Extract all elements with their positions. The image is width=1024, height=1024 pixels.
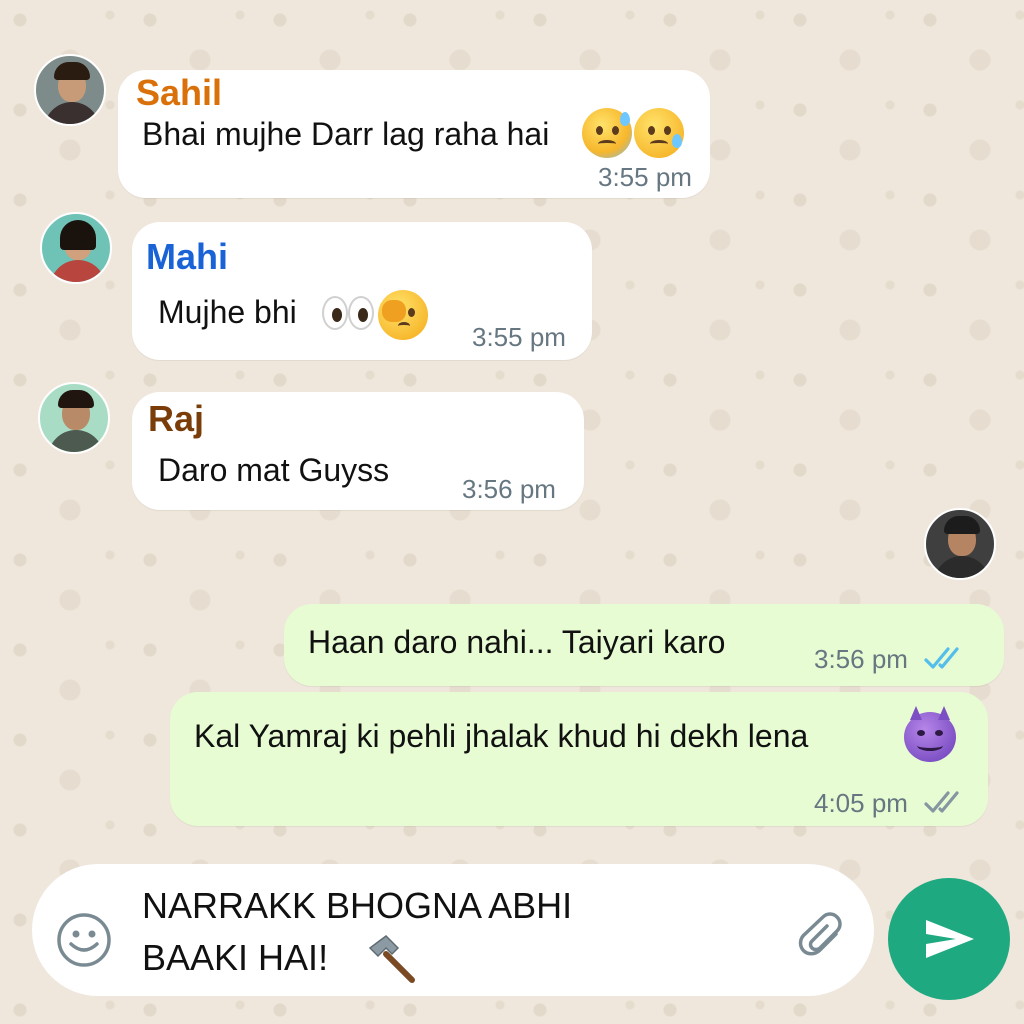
read-ticks-icon [924,647,959,669]
eyes-emoji [348,296,374,330]
sender-name-raj[interactable]: Raj [148,398,204,440]
message-text: Haan daro nahi... Taiyari karo [308,624,726,660]
emoji-smiley-icon[interactable] [56,912,112,968]
eyes-emoji [322,296,348,330]
message-text: Daro mat Guyss [158,452,390,488]
message-text: Kal Yamraj ki pehli jhalak khud hi dekh … [194,718,809,754]
message-input-line: NARRAKK BHOGNA ABHI [142,885,573,926]
paperclip-icon[interactable] [796,912,850,966]
message-input-field[interactable]: NARRAKK BHOGNA ABHI BAAKI HAI! [142,880,762,984]
anxious-sweat-face-emoji [582,108,632,158]
message-timestamp: 3:56 pm [462,474,556,504]
message-text: Bhai mujhe Darr lag raha hai [142,116,550,152]
message-input-line: BAAKI HAI! [142,937,329,978]
sender-name-sahil[interactable]: Sahil [136,72,222,114]
worried-sweat-face-emoji [634,108,684,158]
message-timestamp: 4:05 pm [814,788,908,818]
smiling-devil-emoji [904,706,956,762]
hammer-emoji [368,935,415,983]
face-with-hand-over-eye-emoji [378,290,428,340]
message-text: Mujhe bhi [158,294,297,330]
message-timestamp: 3:55 pm [598,162,692,192]
avatar-self[interactable] [924,508,996,580]
send-arrow-icon [926,920,974,958]
delivered-ticks-icon [924,791,959,813]
avatar-sahil[interactable] [34,54,106,126]
sender-name-mahi[interactable]: Mahi [146,236,228,278]
message-timestamp: 3:55 pm [472,322,566,352]
avatar-mahi[interactable] [40,212,112,284]
avatar-raj[interactable] [38,382,110,454]
send-button[interactable] [888,878,1010,1000]
message-timestamp: 3:56 pm [814,644,908,674]
